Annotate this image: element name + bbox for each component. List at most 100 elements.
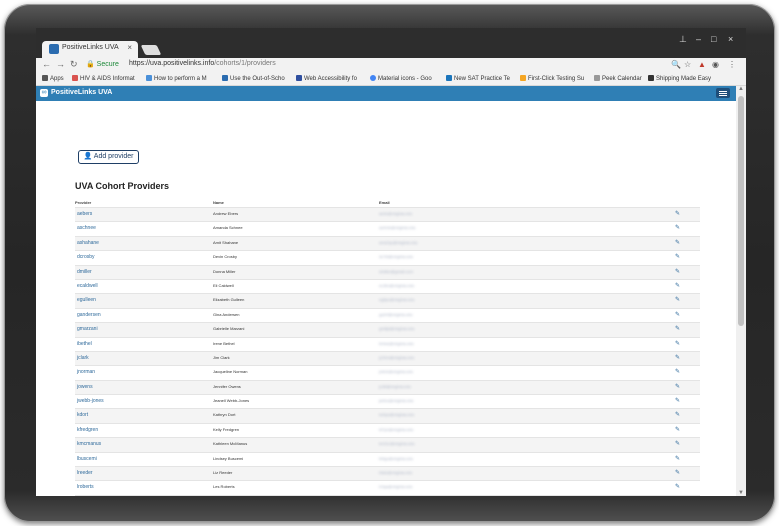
bookmark-item[interactable]: Use the Out-of-Scho xyxy=(222,75,285,82)
brand-link[interactable]: PositiveLinks UVA xyxy=(51,89,112,96)
edit-icon[interactable]: ✎ xyxy=(675,455,680,462)
edit-icon[interactable]: ✎ xyxy=(675,469,680,476)
account-icon[interactable]: ⊥ xyxy=(679,34,687,45)
maximize-button[interactable]: □ xyxy=(711,34,716,44)
edit-icon[interactable]: ✎ xyxy=(675,268,680,275)
provider-name: Devin Crosby xyxy=(213,254,238,260)
provider-name: Gabrielle Marzani xyxy=(213,326,245,332)
scroll-up-icon[interactable]: ▲ xyxy=(738,86,744,92)
provider-username-link[interactable]: dmiller xyxy=(77,269,92,275)
provider-username-link[interactable]: jclark xyxy=(77,355,89,361)
table-row: ashahane Amit Shahane ams2qc@virginia.edu ✎ xyxy=(75,235,700,251)
edit-icon[interactable]: ✎ xyxy=(675,325,680,332)
edit-icon[interactable]: ✎ xyxy=(675,239,680,246)
provider-name: Eli Caldwell xyxy=(213,282,234,288)
edit-icon[interactable]: ✎ xyxy=(675,426,680,433)
table-row: gandersen Gina Andersen ga2rf@virginia.edu… xyxy=(75,307,700,322)
page-title: UVA Cohort Providers xyxy=(75,181,170,191)
provider-username-link[interactable]: lbuscemi xyxy=(77,456,97,462)
edit-icon[interactable]: ✎ xyxy=(675,253,680,260)
menu-dots-icon[interactable]: ⋮ xyxy=(728,60,736,69)
provider-name: Kathleen McManus xyxy=(213,441,248,447)
bookmark-item[interactable]: First-Click Testing Su xyxy=(520,75,584,82)
bookmark-apps[interactable]: Apps xyxy=(42,75,64,82)
provider-email: ec3kn@virginia.edu xyxy=(379,282,415,288)
provider-email: km2ur@virginia.edu xyxy=(379,441,415,447)
browser-tab[interactable]: PositiveLinks UVA × xyxy=(42,41,138,58)
edit-icon[interactable]: ✎ xyxy=(675,411,680,418)
scroll-thumb[interactable] xyxy=(738,96,744,326)
provider-email: as4mb@virginia.edu xyxy=(379,225,416,231)
bookmark-item[interactable]: Shipping Made Easy xyxy=(648,75,711,82)
back-icon[interactable]: ← xyxy=(42,59,51,69)
close-window-button[interactable]: × xyxy=(728,34,733,44)
provider-username-link[interactable]: kmcmanus xyxy=(77,441,101,447)
bookmark-icon xyxy=(594,75,600,81)
provider-username-link[interactable]: lroberts xyxy=(77,484,94,490)
bookmark-item[interactable]: HIV & AIDS Informat xyxy=(72,75,135,82)
bookmark-item[interactable]: New SAT Practice Te xyxy=(446,75,510,82)
menu-toggle-button[interactable] xyxy=(716,88,730,98)
edit-icon[interactable]: ✎ xyxy=(675,340,680,347)
provider-username-link[interactable]: gmarzani xyxy=(77,326,98,332)
edit-icon[interactable]: ✎ xyxy=(675,282,680,289)
edit-icon[interactable]: ✎ xyxy=(675,397,680,404)
add-provider-button[interactable]: 👤 Add provider xyxy=(78,150,139,164)
provider-username-link[interactable]: lreeder xyxy=(77,470,93,476)
table-row: aschnee Amanda Schnee as4mb@virginia.edu ✎ xyxy=(75,221,700,235)
page-scrollbar[interactable]: ▲ ▼ xyxy=(736,86,746,496)
edit-icon[interactable]: ✎ xyxy=(675,483,680,490)
bookmark-item[interactable]: Web Accessibility fo xyxy=(296,75,357,82)
zoom-icon[interactable]: 🔍 xyxy=(671,60,681,69)
extension-icon[interactable]: ◉ xyxy=(712,60,719,69)
provider-username-link[interactable]: dcrosby xyxy=(77,254,95,260)
secure-indicator[interactable]: 🔒 Secure xyxy=(86,60,119,68)
edit-icon[interactable]: ✎ xyxy=(675,354,680,361)
provider-username-link[interactable]: jowens xyxy=(77,384,93,390)
pdf-extension-icon[interactable]: ▲ xyxy=(698,60,706,69)
favicon-icon xyxy=(49,44,59,54)
url-host: https://uva.positivelinks.info xyxy=(129,60,215,67)
column-email: Email xyxy=(379,200,390,205)
edit-icon[interactable]: ✎ xyxy=(675,383,680,390)
provider-username-link[interactable]: jwebb-jones xyxy=(77,398,104,404)
forward-icon[interactable]: → xyxy=(56,59,65,69)
minimize-button[interactable]: – xyxy=(696,34,701,44)
new-tab-button[interactable] xyxy=(140,45,162,55)
edit-icon[interactable]: ✎ xyxy=(675,296,680,303)
provider-username-link[interactable]: egulleen xyxy=(77,297,96,303)
main-content: 👤 Add provider UVA Cohort Providers Prov… xyxy=(36,101,736,496)
table-row: lreeder Liz Reeder lr8dz@virginia.edu ✎ xyxy=(75,466,700,481)
provider-username-link[interactable]: aschnee xyxy=(77,225,96,231)
bookmark-label: Use the Out-of-Scho xyxy=(230,76,285,82)
provider-username-link[interactable]: jnorman xyxy=(77,369,95,375)
provider-name: Jeanell Webb-Jones xyxy=(213,398,250,404)
bookmark-item[interactable]: Material icons - Goo xyxy=(370,75,432,82)
provider-username-link[interactable]: ashahane xyxy=(77,240,99,246)
provider-username-link[interactable]: ecaldwell xyxy=(77,283,98,289)
bookmark-icon xyxy=(446,75,452,81)
tab-close-icon[interactable]: × xyxy=(127,43,132,52)
edit-icon[interactable]: ✎ xyxy=(675,311,680,318)
provider-username-link[interactable]: kdort xyxy=(77,412,88,418)
provider-name: Andrew Ebers xyxy=(213,211,239,216)
scroll-down-icon[interactable]: ▼ xyxy=(738,490,744,496)
provider-username-link[interactable]: ibethel xyxy=(77,341,92,347)
edit-icon[interactable]: ✎ xyxy=(675,210,680,217)
edit-icon[interactable]: ✎ xyxy=(675,440,680,447)
bookmark-item[interactable]: How to perform a M xyxy=(146,75,207,82)
address-bar[interactable]: https://uva.positivelinks.info/cohorts/1… xyxy=(129,60,276,67)
bookmark-icon xyxy=(296,75,302,81)
edit-icon[interactable]: ✎ xyxy=(675,368,680,375)
table-row: aebers Andrew Ebers ae9x@virginia.edu ✎ xyxy=(75,207,700,222)
reload-icon[interactable]: ↻ xyxy=(70,59,78,70)
provider-name: Jennifer Owens xyxy=(213,383,241,389)
provider-email: jn6vb@virginia.edu xyxy=(379,369,414,375)
edit-icon[interactable]: ✎ xyxy=(675,224,680,231)
bookmark-star-icon[interactable]: ☆ xyxy=(684,60,691,69)
bookmark-item[interactable]: Peek Calendar xyxy=(594,75,642,82)
provider-username-link[interactable]: kfredgren xyxy=(77,427,98,433)
provider-username-link[interactable]: aebers xyxy=(77,211,92,217)
table-row: egulleen Elizabeth Gulleen eg5px@virginia.… xyxy=(75,293,700,308)
provider-username-link[interactable]: gandersen xyxy=(77,312,101,318)
